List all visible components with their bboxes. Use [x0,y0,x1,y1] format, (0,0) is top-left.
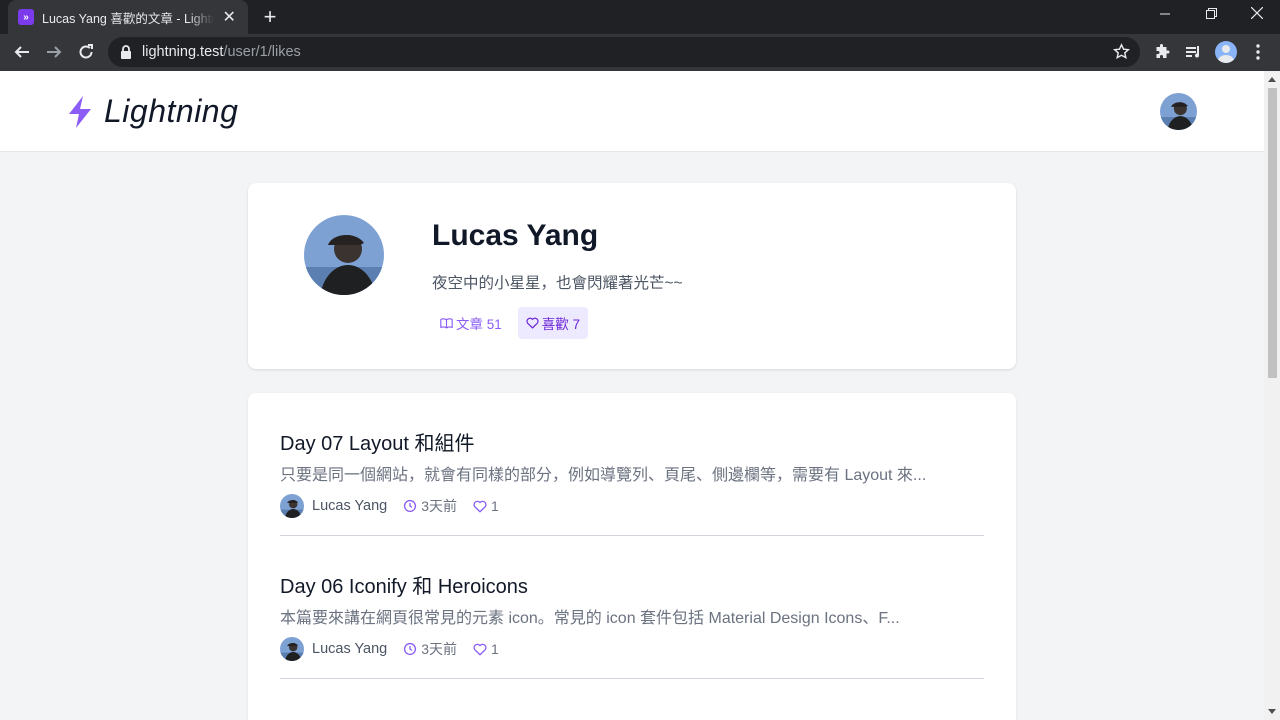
author-avatar-icon [280,494,304,518]
post-time-text: 3天前 [421,498,458,514]
scroll-thumb[interactable] [1268,88,1277,378]
page-scrollbar[interactable] [1264,71,1280,720]
post-likes-count: 1 [491,498,499,514]
close-window-button[interactable] [1234,0,1280,30]
list-item: Day 07 Layout 和組件 只要是同一個網站，就會有同樣的部分，例如導覽… [280,393,984,536]
url-host: lightning.test [142,44,224,60]
address-bar[interactable]: lightning.test/user/1/likes [108,37,1140,67]
browser-toolbar: lightning.test/user/1/likes [0,34,1280,71]
bookmark-star-icon[interactable] [1113,43,1130,60]
profile-bio: 夜空中的小星星，也會閃耀著光芒~~ [432,275,683,292]
restore-window-button[interactable] [1188,0,1234,30]
book-open-icon [440,318,453,329]
post-likes[interactable]: 1 [473,498,499,514]
minimize-window-button[interactable] [1142,0,1188,30]
post-meta: Lucas Yang 3天前 1 [280,494,515,518]
profile-avatar-icon[interactable] [1214,40,1238,64]
browser-menu-icon[interactable] [1246,40,1270,64]
avatar-image-icon [304,215,384,295]
scroll-up-arrow-icon[interactable] [1268,77,1276,82]
list-item: Day 06 Iconify 和 Heroicons 本篇要來講在網頁很常見的元… [280,536,984,679]
post-likes[interactable]: 1 [473,641,499,657]
brand-link[interactable]: Lightning [66,93,238,130]
tab-title: Lucas Yang 喜歡的文章 - Lightning [42,11,214,26]
site-favicon-icon: » [18,9,34,25]
reload-button[interactable] [72,38,100,66]
author-avatar-icon [280,637,304,661]
liked-posts-list: Day 07 Layout 和組件 只要是同一個網站，就會有同樣的部分，例如導覽… [248,393,1016,720]
forward-button[interactable] [40,38,68,66]
author-link[interactable]: Lucas Yang [312,498,387,514]
profile-avatar [304,215,384,295]
reload-icon [79,44,93,59]
post-excerpt: 本篇要來講在網頁很常見的元素 icon。常見的 icon 套件包括 Materi… [280,610,900,627]
author-link[interactable]: Lucas Yang [312,641,387,657]
close-tab-icon[interactable]: ✕ [220,7,238,27]
avatar-image-icon [1160,93,1197,130]
url-path: /user/1/likes [223,44,301,60]
arrow-left-icon [14,46,29,58]
post-title-link[interactable]: Day 06 Iconify 和 Heroicons [280,570,528,599]
heart-icon [526,317,539,329]
page-viewport: Lightning Lucas Yang 夜空中的小星星，也會閃耀著光芒~~ 文… [0,71,1264,720]
extensions-puzzle-icon[interactable] [1150,40,1174,64]
media-queue-icon[interactable] [1182,40,1206,64]
post-meta: Lucas Yang 3天前 1 [280,637,515,661]
post-title-link[interactable]: Day 07 Layout 和組件 [280,427,475,456]
clock-icon [404,499,417,513]
heart-icon [473,643,487,655]
browser-tab[interactable]: » Lucas Yang 喜歡的文章 - Lightning ✕ [8,0,248,34]
post-time: 3天前 [403,639,457,659]
post-time: 3天前 [403,496,457,516]
heart-icon [473,500,487,512]
likes-tab[interactable]: 喜歡 7 [517,307,589,339]
post-excerpt: 只要是同一個網站，就會有同樣的部分，例如導覽列、頁尾、側邊欄等，需要有 Layo… [280,467,927,484]
site-header: Lightning [0,71,1264,152]
arrow-right-icon [47,46,62,58]
brand-name: Lightning [104,93,239,129]
likes-tab-label: 喜歡 7 [541,317,581,332]
post-time-text: 3天前 [421,641,458,657]
user-menu-avatar[interactable] [1160,93,1197,130]
lock-icon [121,45,131,59]
lightning-bolt-icon [69,95,91,128]
profile-card: Lucas Yang 夜空中的小星星，也會閃耀著光芒~~ 文章 51 喜歡 7 [248,183,1016,369]
posts-tab-label: 文章 51 [456,317,502,332]
clock-icon [404,642,417,656]
new-tab-button[interactable]: + [258,4,282,30]
back-button[interactable] [8,38,36,66]
posts-tab[interactable]: 文章 51 [432,307,510,339]
post-likes-count: 1 [491,641,499,657]
browser-tab-strip: » Lucas Yang 喜歡的文章 - Lightning ✕ + [0,0,1280,34]
profile-name: Lucas Yang [432,219,599,252]
profile-stats: 文章 51 喜歡 7 [432,307,589,339]
scroll-down-arrow-icon[interactable] [1268,709,1276,714]
